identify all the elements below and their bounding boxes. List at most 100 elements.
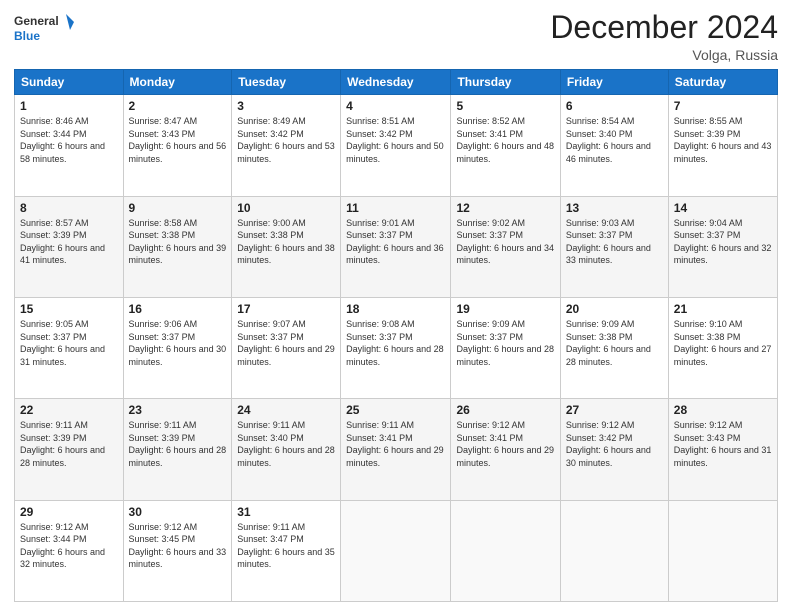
table-row: 29 Sunrise: 9:12 AMSunset: 3:44 PMDaylig… — [15, 500, 778, 601]
day-number: 5 — [456, 99, 554, 113]
day-info: Sunrise: 8:47 AMSunset: 3:43 PMDaylight:… — [129, 116, 227, 164]
day-number: 18 — [346, 302, 445, 316]
day-info: Sunrise: 9:10 AMSunset: 3:38 PMDaylight:… — [674, 319, 772, 367]
day-info: Sunrise: 9:11 AMSunset: 3:39 PMDaylight:… — [20, 420, 105, 468]
table-cell: 18 Sunrise: 9:08 AMSunset: 3:37 PMDaylig… — [341, 297, 451, 398]
table-cell: 3 Sunrise: 8:49 AMSunset: 3:42 PMDayligh… — [232, 95, 341, 196]
table-cell: 8 Sunrise: 8:57 AMSunset: 3:39 PMDayligh… — [15, 196, 124, 297]
day-info: Sunrise: 9:04 AMSunset: 3:37 PMDaylight:… — [674, 218, 772, 266]
svg-text:General: General — [14, 14, 59, 28]
table-cell: 20 Sunrise: 9:09 AMSunset: 3:38 PMDaylig… — [560, 297, 668, 398]
day-info: Sunrise: 9:12 AMSunset: 3:44 PMDaylight:… — [20, 522, 105, 570]
day-info: Sunrise: 9:11 AMSunset: 3:47 PMDaylight:… — [237, 522, 335, 570]
table-cell: 31 Sunrise: 9:11 AMSunset: 3:47 PMDaylig… — [232, 500, 341, 601]
day-number: 13 — [566, 201, 663, 215]
table-cell: 24 Sunrise: 9:11 AMSunset: 3:40 PMDaylig… — [232, 399, 341, 500]
table-cell: 4 Sunrise: 8:51 AMSunset: 3:42 PMDayligh… — [341, 95, 451, 196]
page: General Blue December 2024 Volga, Russia… — [0, 0, 792, 612]
day-info: Sunrise: 8:46 AMSunset: 3:44 PMDaylight:… — [20, 116, 105, 164]
day-number: 24 — [237, 403, 335, 417]
table-cell: 5 Sunrise: 8:52 AMSunset: 3:41 PMDayligh… — [451, 95, 560, 196]
day-info: Sunrise: 9:03 AMSunset: 3:37 PMDaylight:… — [566, 218, 651, 266]
day-number: 6 — [566, 99, 663, 113]
day-number: 8 — [20, 201, 118, 215]
table-cell: 2 Sunrise: 8:47 AMSunset: 3:43 PMDayligh… — [123, 95, 232, 196]
day-info: Sunrise: 9:07 AMSunset: 3:37 PMDaylight:… — [237, 319, 335, 367]
table-cell: 29 Sunrise: 9:12 AMSunset: 3:44 PMDaylig… — [15, 500, 124, 601]
table-cell: 13 Sunrise: 9:03 AMSunset: 3:37 PMDaylig… — [560, 196, 668, 297]
table-cell: 11 Sunrise: 9:01 AMSunset: 3:37 PMDaylig… — [341, 196, 451, 297]
day-number: 1 — [20, 99, 118, 113]
table-row: 22 Sunrise: 9:11 AMSunset: 3:39 PMDaylig… — [15, 399, 778, 500]
day-number: 25 — [346, 403, 445, 417]
table-cell: 6 Sunrise: 8:54 AMSunset: 3:40 PMDayligh… — [560, 95, 668, 196]
table-cell — [668, 500, 777, 601]
main-title: December 2024 — [550, 10, 778, 45]
day-info: Sunrise: 9:11 AMSunset: 3:40 PMDaylight:… — [237, 420, 335, 468]
day-number: 28 — [674, 403, 772, 417]
day-number: 23 — [129, 403, 227, 417]
day-number: 7 — [674, 99, 772, 113]
day-number: 3 — [237, 99, 335, 113]
logo-svg: General Blue — [14, 10, 74, 46]
header-row: Sunday Monday Tuesday Wednesday Thursday… — [15, 70, 778, 95]
table-row: 15 Sunrise: 9:05 AMSunset: 3:37 PMDaylig… — [15, 297, 778, 398]
day-info: Sunrise: 8:57 AMSunset: 3:39 PMDaylight:… — [20, 218, 105, 266]
table-cell: 27 Sunrise: 9:12 AMSunset: 3:42 PMDaylig… — [560, 399, 668, 500]
col-sunday: Sunday — [15, 70, 124, 95]
day-info: Sunrise: 9:12 AMSunset: 3:42 PMDaylight:… — [566, 420, 651, 468]
day-number: 11 — [346, 201, 445, 215]
day-info: Sunrise: 8:58 AMSunset: 3:38 PMDaylight:… — [129, 218, 227, 266]
day-info: Sunrise: 9:12 AMSunset: 3:43 PMDaylight:… — [674, 420, 772, 468]
day-number: 21 — [674, 302, 772, 316]
col-monday: Monday — [123, 70, 232, 95]
day-number: 22 — [20, 403, 118, 417]
day-number: 16 — [129, 302, 227, 316]
table-cell: 30 Sunrise: 9:12 AMSunset: 3:45 PMDaylig… — [123, 500, 232, 601]
table-cell: 16 Sunrise: 9:06 AMSunset: 3:37 PMDaylig… — [123, 297, 232, 398]
table-cell: 22 Sunrise: 9:11 AMSunset: 3:39 PMDaylig… — [15, 399, 124, 500]
day-info: Sunrise: 8:52 AMSunset: 3:41 PMDaylight:… — [456, 116, 554, 164]
col-wednesday: Wednesday — [341, 70, 451, 95]
day-info: Sunrise: 9:11 AMSunset: 3:41 PMDaylight:… — [346, 420, 444, 468]
col-friday: Friday — [560, 70, 668, 95]
table-cell: 10 Sunrise: 9:00 AMSunset: 3:38 PMDaylig… — [232, 196, 341, 297]
svg-text:Blue: Blue — [14, 29, 40, 43]
table-cell: 17 Sunrise: 9:07 AMSunset: 3:37 PMDaylig… — [232, 297, 341, 398]
day-info: Sunrise: 8:49 AMSunset: 3:42 PMDaylight:… — [237, 116, 335, 164]
day-info: Sunrise: 9:06 AMSunset: 3:37 PMDaylight:… — [129, 319, 227, 367]
table-cell: 23 Sunrise: 9:11 AMSunset: 3:39 PMDaylig… — [123, 399, 232, 500]
table-cell: 19 Sunrise: 9:09 AMSunset: 3:37 PMDaylig… — [451, 297, 560, 398]
table-row: 8 Sunrise: 8:57 AMSunset: 3:39 PMDayligh… — [15, 196, 778, 297]
day-number: 26 — [456, 403, 554, 417]
day-number: 12 — [456, 201, 554, 215]
table-cell: 25 Sunrise: 9:11 AMSunset: 3:41 PMDaylig… — [341, 399, 451, 500]
day-number: 4 — [346, 99, 445, 113]
day-info: Sunrise: 9:12 AMSunset: 3:41 PMDaylight:… — [456, 420, 554, 468]
table-cell: 28 Sunrise: 9:12 AMSunset: 3:43 PMDaylig… — [668, 399, 777, 500]
day-info: Sunrise: 8:55 AMSunset: 3:39 PMDaylight:… — [674, 116, 772, 164]
table-cell: 21 Sunrise: 9:10 AMSunset: 3:38 PMDaylig… — [668, 297, 777, 398]
day-info: Sunrise: 9:02 AMSunset: 3:37 PMDaylight:… — [456, 218, 554, 266]
day-number: 15 — [20, 302, 118, 316]
col-tuesday: Tuesday — [232, 70, 341, 95]
table-cell — [341, 500, 451, 601]
day-info: Sunrise: 9:08 AMSunset: 3:37 PMDaylight:… — [346, 319, 444, 367]
table-cell: 12 Sunrise: 9:02 AMSunset: 3:37 PMDaylig… — [451, 196, 560, 297]
col-saturday: Saturday — [668, 70, 777, 95]
day-number: 2 — [129, 99, 227, 113]
day-info: Sunrise: 9:11 AMSunset: 3:39 PMDaylight:… — [129, 420, 227, 468]
col-thursday: Thursday — [451, 70, 560, 95]
day-number: 31 — [237, 505, 335, 519]
day-info: Sunrise: 9:12 AMSunset: 3:45 PMDaylight:… — [129, 522, 227, 570]
day-info: Sunrise: 9:09 AMSunset: 3:38 PMDaylight:… — [566, 319, 651, 367]
table-cell: 9 Sunrise: 8:58 AMSunset: 3:38 PMDayligh… — [123, 196, 232, 297]
day-number: 27 — [566, 403, 663, 417]
subtitle: Volga, Russia — [550, 47, 778, 63]
day-number: 17 — [237, 302, 335, 316]
logo: General Blue — [14, 10, 74, 46]
day-number: 30 — [129, 505, 227, 519]
calendar-table: Sunday Monday Tuesday Wednesday Thursday… — [14, 69, 778, 602]
day-number: 19 — [456, 302, 554, 316]
day-info: Sunrise: 9:01 AMSunset: 3:37 PMDaylight:… — [346, 218, 444, 266]
